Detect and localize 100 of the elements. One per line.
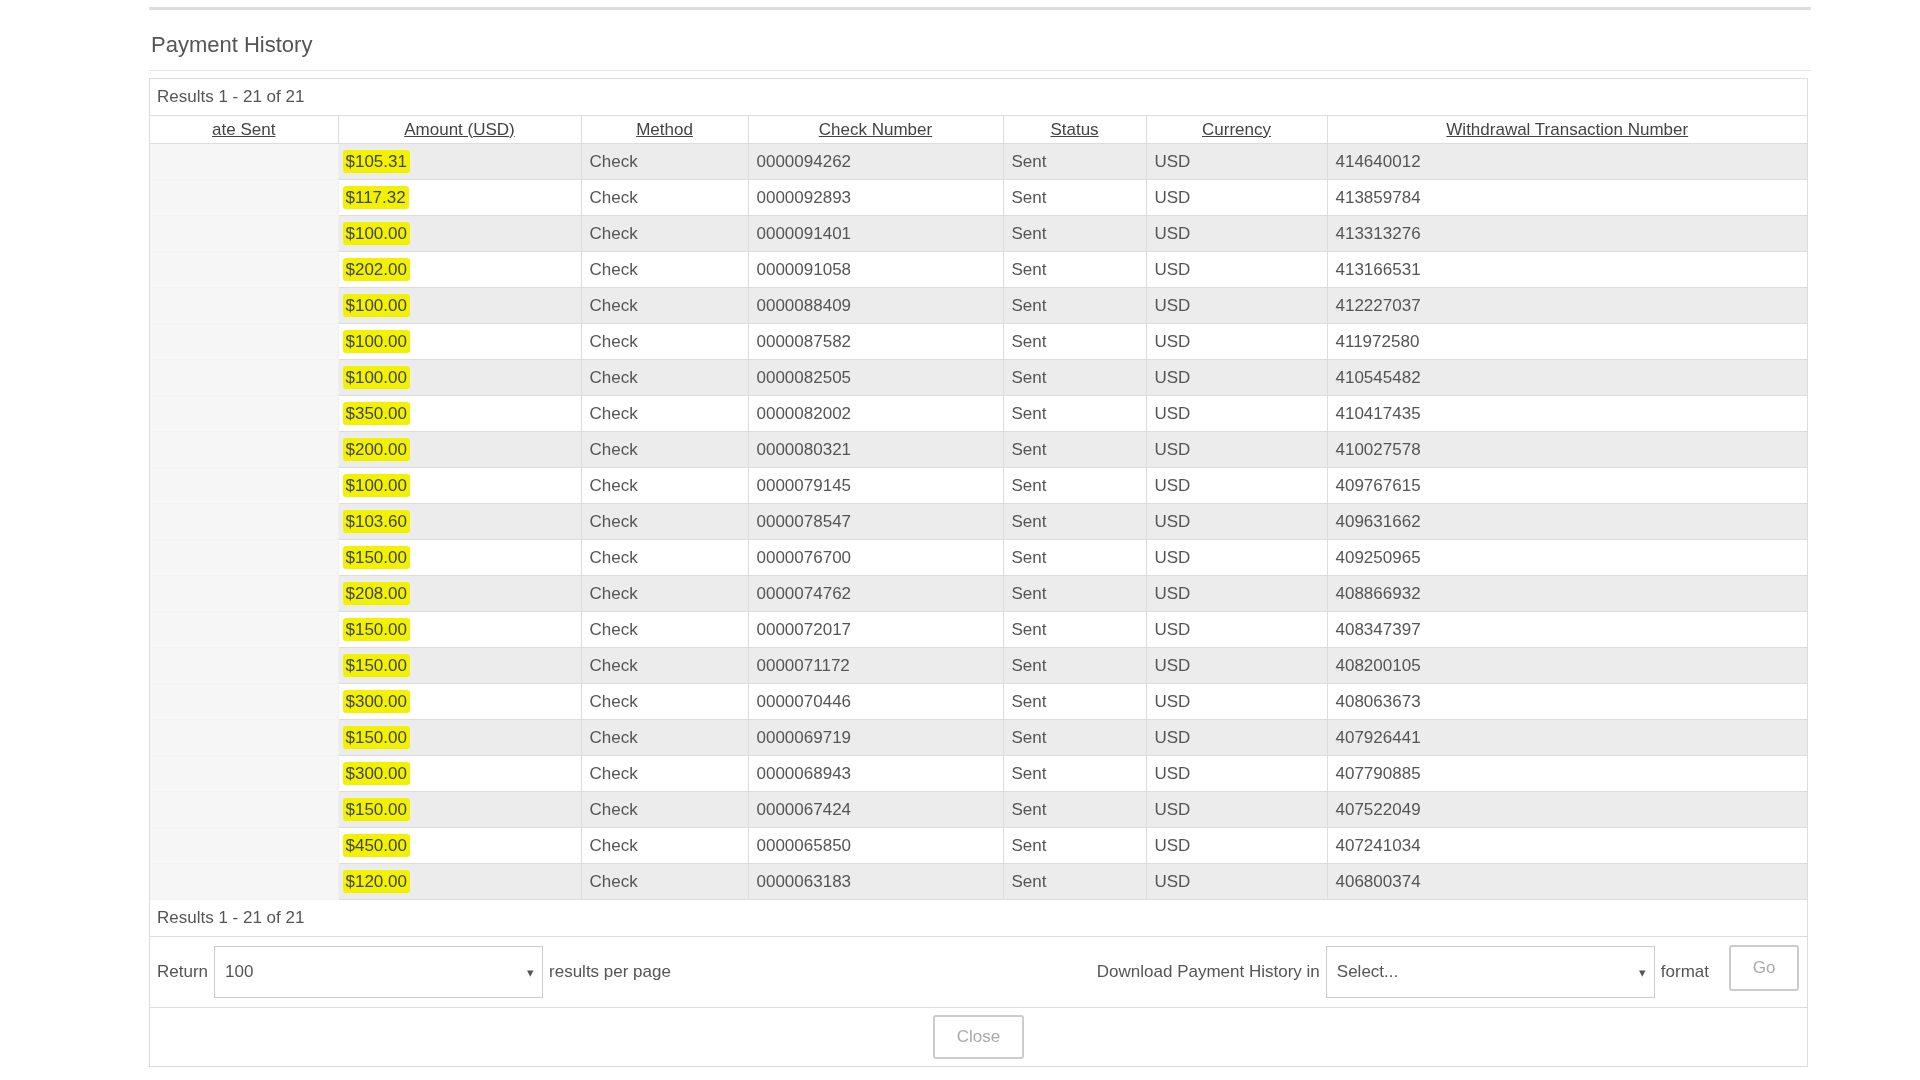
- method-cell: Check: [589, 403, 638, 423]
- method-cell: Check: [589, 331, 638, 351]
- transaction-number-cell: 409631662: [1335, 511, 1421, 531]
- per-page-label: results per page: [549, 962, 671, 982]
- method-cell: Check: [589, 475, 638, 495]
- check-number-cell: 0000082002: [756, 403, 852, 423]
- currency-cell: USD: [1154, 871, 1191, 891]
- check-number-cell: 0000074762: [756, 583, 852, 603]
- status-cell: Sent: [1011, 511, 1047, 531]
- transaction-number-cell: 413166531: [1335, 259, 1421, 279]
- check-number-cell: 0000072017: [756, 619, 852, 639]
- currency-cell: USD: [1154, 223, 1191, 243]
- status-cell: Sent: [1011, 151, 1047, 171]
- check-number-cell: 0000063183: [756, 871, 852, 891]
- status-cell: Sent: [1011, 439, 1047, 459]
- transaction-number-cell: 409767615: [1335, 475, 1421, 495]
- transaction-number-cell: 406800374: [1335, 871, 1421, 891]
- check-number-cell: 0000067424: [756, 799, 852, 819]
- currency-cell: USD: [1154, 151, 1191, 171]
- status-cell: Sent: [1011, 835, 1047, 855]
- check-number-cell: 0000080321: [756, 439, 852, 459]
- check-number-cell: 0000094262: [756, 151, 852, 171]
- amount-cell: $150.00: [342, 725, 410, 749]
- status-cell: Sent: [1011, 259, 1047, 279]
- amount-cell: $300.00: [342, 689, 410, 713]
- status-cell: Sent: [1011, 691, 1047, 711]
- method-cell: Check: [589, 655, 638, 675]
- method-cell: Check: [589, 295, 638, 315]
- status-cell: Sent: [1011, 655, 1047, 675]
- column-header[interactable]: Withdrawal Transaction Number: [1446, 119, 1689, 139]
- amount-cell: $150.00: [342, 617, 410, 641]
- method-cell: Check: [589, 763, 638, 783]
- check-number-cell: 0000078547: [756, 511, 852, 531]
- currency-cell: USD: [1154, 655, 1191, 675]
- method-cell: Check: [589, 259, 638, 279]
- results-count: Results 1 - 21 of 21: [157, 87, 305, 107]
- column-header[interactable]: Status: [1050, 119, 1099, 139]
- column-header[interactable]: Currency: [1202, 119, 1271, 139]
- method-cell: Check: [589, 871, 638, 891]
- transaction-number-cell: 407522049: [1335, 799, 1421, 819]
- status-cell: Sent: [1011, 763, 1047, 783]
- method-cell: Check: [589, 835, 638, 855]
- method-cell: Check: [589, 799, 638, 819]
- method-cell: Check: [589, 187, 638, 207]
- amount-cell: $450.00: [342, 833, 410, 857]
- amount-cell: $150.00: [342, 545, 410, 569]
- transaction-number-cell: 408347397: [1335, 619, 1421, 639]
- amount-cell: $105.31: [342, 149, 410, 173]
- transaction-number-cell: 407241034: [1335, 835, 1421, 855]
- check-number-cell: 0000091401: [756, 223, 852, 243]
- column-header[interactable]: Method: [636, 119, 693, 139]
- check-number-cell: 0000065850: [756, 835, 852, 855]
- currency-cell: USD: [1154, 187, 1191, 207]
- amount-cell: $150.00: [342, 797, 410, 821]
- method-cell: Check: [589, 547, 638, 567]
- currency-cell: USD: [1154, 799, 1191, 819]
- amount-cell: $100.00: [342, 221, 410, 245]
- transaction-number-cell: 408200105: [1335, 655, 1421, 675]
- amount-cell: $208.00: [342, 581, 410, 605]
- results-count: Results 1 - 21 of 21: [157, 908, 305, 928]
- transaction-number-cell: 410027578: [1335, 439, 1421, 459]
- amount-cell: $100.00: [342, 329, 410, 353]
- transaction-number-cell: 410417435: [1335, 403, 1421, 423]
- status-cell: Sent: [1011, 475, 1047, 495]
- currency-cell: USD: [1154, 583, 1191, 603]
- status-cell: Sent: [1011, 547, 1047, 567]
- per-page-select[interactable]: 100 ▾: [214, 946, 544, 998]
- status-cell: Sent: [1011, 727, 1047, 747]
- transaction-number-cell: 408063673: [1335, 691, 1421, 711]
- transaction-number-cell: 414640012: [1335, 151, 1421, 171]
- status-cell: Sent: [1011, 331, 1047, 351]
- check-number-cell: 0000076700: [756, 547, 852, 567]
- check-number-cell: 0000092893: [756, 187, 852, 207]
- column-header[interactable]: ate Sent: [212, 119, 276, 139]
- method-cell: Check: [589, 727, 638, 747]
- currency-cell: USD: [1154, 763, 1191, 783]
- currency-cell: USD: [1154, 691, 1191, 711]
- column-header[interactable]: Check Number: [818, 119, 933, 139]
- format-select[interactable]: Select... ▾: [1325, 946, 1655, 998]
- return-label: Return: [157, 962, 209, 982]
- method-cell: Check: [589, 151, 638, 171]
- status-cell: Sent: [1011, 367, 1047, 387]
- transaction-number-cell: 412227037: [1335, 295, 1421, 315]
- check-number-cell: 0000091058: [756, 259, 852, 279]
- currency-cell: USD: [1154, 619, 1191, 639]
- currency-cell: USD: [1154, 511, 1191, 531]
- transaction-number-cell: 411972580: [1335, 331, 1420, 351]
- amount-cell: $300.00: [342, 761, 410, 785]
- amount-cell: $150.00: [342, 653, 410, 677]
- amount-cell: $103.60: [342, 509, 410, 533]
- column-header[interactable]: Amount (USD): [404, 119, 515, 139]
- transaction-number-cell: 413859784: [1335, 187, 1421, 207]
- currency-cell: USD: [1154, 259, 1191, 279]
- status-cell: Sent: [1011, 295, 1047, 315]
- method-cell: Check: [589, 691, 638, 711]
- currency-cell: USD: [1154, 331, 1191, 351]
- status-cell: Sent: [1011, 583, 1047, 603]
- method-cell: Check: [589, 583, 638, 603]
- amount-cell: $100.00: [342, 293, 410, 317]
- page-title: Payment History: [150, 31, 314, 59]
